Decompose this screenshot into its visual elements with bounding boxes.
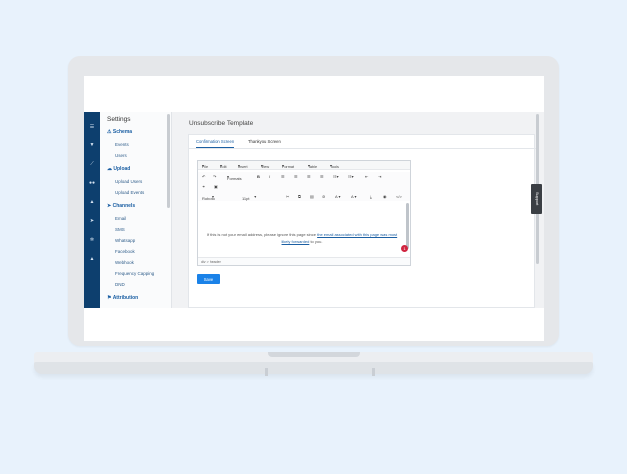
sidebar-section-upload[interactable]: ☁ Upload [107, 166, 130, 172]
unsubscribe-message: If this is not your email address, pleas… [206, 232, 398, 244]
editor-toolbar-row-2: ⚭ ▣ [198, 182, 410, 192]
sidebar-item-events[interactable]: Events [115, 142, 129, 147]
send-icon[interactable]: ➤ [84, 218, 100, 224]
sidebar-scrollbar[interactable] [167, 114, 170, 208]
editor-scrollbar[interactable] [406, 203, 409, 249]
menu-file[interactable]: File ▾ [202, 163, 208, 169]
settings-sidebar: Settings ⚠ Schema Events Users ☁ Upload … [100, 112, 172, 308]
numbered-list-icon[interactable]: ☷▾ [348, 174, 354, 179]
indent-icon[interactable]: ⇥ [378, 174, 381, 179]
italic-icon[interactable]: I [269, 174, 270, 179]
sidebar-section-channels[interactable]: ➤ Channels [107, 203, 135, 209]
users-icon[interactable]: ●● [84, 180, 100, 186]
sidebar-item-users[interactable]: Users [115, 153, 127, 158]
redo-icon[interactable]: ↷ [213, 174, 216, 179]
outdent-icon[interactable]: ⇤ [365, 174, 368, 179]
chart-icon[interactable]: ⟋ [84, 161, 100, 167]
align-justify-icon[interactable]: ☰ [320, 174, 324, 179]
font-family-select[interactable]: Roboto ▾ [202, 194, 215, 201]
menu-insert[interactable]: Insert ▾ [238, 163, 248, 169]
menu-tools[interactable]: Tools ▾ [330, 163, 339, 169]
tab-bar: Confirmation Screen Thankyou Screen [189, 135, 536, 149]
app-window: ☰ ▼ ⟋ ●● ▲ ➤ ✲ ▲ Settings ⚠ Schema Event… [84, 112, 544, 308]
link-icon[interactable]: ⚭ [202, 184, 205, 189]
editor-menubar: File ▾ Edit ▾ Insert ▾ View ▾ Format ▾ T… [198, 161, 410, 170]
sidebar-item-frequency-capping[interactable]: Frequency Capping [115, 271, 154, 276]
sidebar-item-webhook[interactable]: Webhook [115, 260, 134, 265]
font-size-select[interactable]: 11pt ▾ [242, 194, 256, 201]
sidebar-item-upload-users[interactable]: Upload Users [115, 179, 142, 184]
copy-icon[interactable]: ⧉ [298, 194, 301, 199]
sidebar-section-attribution[interactable]: ⚑ Attribution [107, 295, 138, 301]
laptop-base [34, 362, 593, 374]
gear-icon[interactable]: ✲ [84, 237, 100, 243]
tab-confirmation-screen[interactable]: Confirmation Screen [196, 139, 235, 148]
editor-statusbar: div > header [198, 257, 410, 265]
align-center-icon[interactable]: ☰ [294, 174, 298, 179]
clear-format-icon[interactable]: ⊘ [322, 194, 325, 199]
laptop-hinge [265, 368, 268, 376]
notification-badge: 1 [401, 245, 408, 252]
download-icon[interactable]: ⤓ [370, 194, 372, 199]
menu-edit[interactable]: Edit ▾ [220, 163, 227, 169]
menu-icon[interactable]: ☰ [84, 124, 100, 130]
sidebar-item-whatsapp[interactable]: Whatsapp [115, 238, 135, 243]
sidebar-item-upload-events[interactable]: Upload Events [115, 190, 144, 195]
element-path: div > header [201, 260, 221, 264]
template-card: Confirmation Screen Thankyou Screen File… [188, 134, 536, 308]
main-panel: Unsubscribe Template Confirmation Screen… [176, 112, 540, 308]
support-tab[interactable]: Support [531, 184, 542, 214]
alert-icon[interactable]: ▲ [84, 256, 100, 262]
icon-sidebar: ☰ ▼ ⟋ ●● ▲ ➤ ✲ ▲ [84, 112, 100, 308]
menu-view[interactable]: View ▾ [261, 163, 269, 169]
laptop-screen: ☰ ▼ ⟋ ●● ▲ ➤ ✲ ▲ Settings ⚠ Schema Event… [84, 76, 544, 341]
filter-icon[interactable]: ▼ [84, 142, 100, 148]
cut-icon[interactable]: ✂ [286, 194, 289, 199]
sidebar-item-facebook[interactable]: Facebook [115, 249, 135, 254]
page-title: Unsubscribe Template [189, 120, 254, 127]
sidebar-item-email[interactable]: Email [115, 216, 126, 221]
sidebar-section-schema[interactable]: ⚠ Schema [107, 129, 132, 135]
laptop-hinge [372, 368, 375, 376]
code-icon[interactable]: </> [396, 194, 402, 199]
sidebar-title: Settings [107, 116, 131, 123]
rich-text-editor: File ▾ Edit ▾ Insert ▾ View ▾ Format ▾ T… [197, 160, 411, 266]
align-left-icon[interactable]: ☰ [281, 174, 285, 179]
upload-icon[interactable]: ▲ [84, 199, 100, 205]
preview-icon[interactable]: ◉ [383, 194, 387, 199]
tab-thankyou-screen[interactable]: Thankyou Screen [248, 139, 281, 144]
menu-table[interactable]: Table ▾ [308, 163, 317, 169]
menu-format[interactable]: Format ▾ [282, 163, 294, 169]
undo-icon[interactable]: ↶ [202, 174, 205, 179]
save-button[interactable]: Save [197, 274, 220, 284]
sidebar-item-dnd[interactable]: DND [115, 282, 125, 287]
align-right-icon[interactable]: ☰ [307, 174, 311, 179]
bullet-list-icon[interactable]: ☷▾ [333, 174, 339, 179]
laptop-notch [268, 352, 360, 357]
editor-content[interactable]: If this is not your email address, pleas… [198, 201, 410, 257]
formats-dropdown[interactable]: Formats ▾ [227, 174, 242, 181]
background-color-icon[interactable]: A ▾ [351, 194, 357, 199]
text-color-icon[interactable]: A ▾ [335, 194, 341, 199]
image-icon[interactable]: ▣ [214, 184, 218, 189]
bold-icon[interactable]: B [257, 174, 260, 179]
paste-icon[interactable]: ▤ [310, 194, 314, 199]
sidebar-item-sms[interactable]: SMS [115, 227, 125, 232]
editor-toolbar-row-1: ↶ ↷ Formats ▾ B I ☰ ☰ ☰ ☰ ☷▾ ☷▾ ⇤ ⇥ [198, 172, 410, 182]
